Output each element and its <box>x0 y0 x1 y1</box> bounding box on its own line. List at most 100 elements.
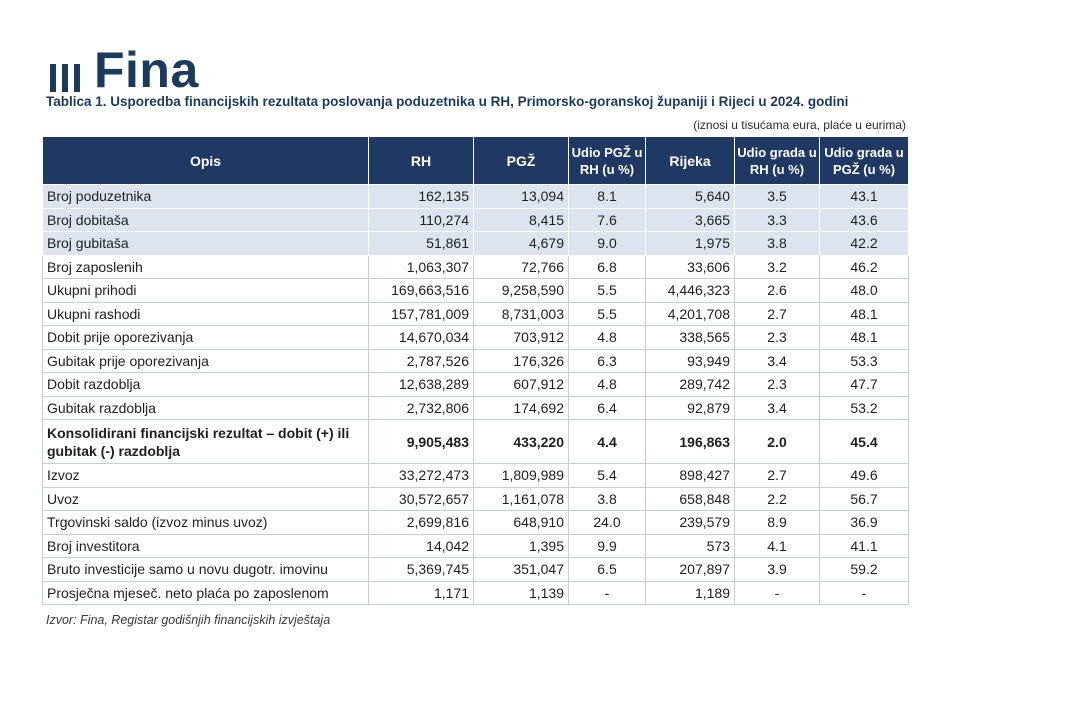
cell-udio-grada-pgz: 59.2 <box>819 557 909 582</box>
table-title: Tablica 1. Usporedba financijskih rezult… <box>46 94 849 109</box>
header-rh: RH <box>368 136 474 185</box>
table-row: Broj dobitaša 110,274 8,415 7.6 3,665 3.3 43.6 <box>42 207 909 232</box>
cell-opis: Dobit prije oporezivanja <box>42 325 369 350</box>
table-row: Ukupni prihodi 169,663,516 9,258,590 5.5 4,4… <box>42 278 909 303</box>
cell-rh: 14,670,034 <box>368 325 474 350</box>
header-opis: Opis <box>42 136 369 185</box>
header-udio-grada-pgz: Udio grada u PGŽ (u %) <box>819 136 909 185</box>
cell-opis: Broj zaposlenih <box>42 254 369 279</box>
cell-udio-grada-pgz: 46.2 <box>819 254 909 279</box>
cell-udio-grada-rh: 2.2 <box>734 486 820 511</box>
cell-udio-grada-pgz: 48.0 <box>819 278 909 303</box>
cell-rijeka: 1,189 <box>645 580 735 605</box>
cell-rijeka: 4,446,323 <box>645 278 735 303</box>
cell-udio-grada-rh: 3.5 <box>734 184 820 209</box>
cell-rh: 1,063,307 <box>368 254 474 279</box>
table-row: Ukupni rashodi 157,781,009 8,731,003 5.5 4,2… <box>42 301 909 326</box>
table-body: Broj poduzetnika 162,135 13,094 8.1 5,640 3.5… <box>42 184 909 605</box>
cell-udio-grada-rh: 4.1 <box>734 533 820 558</box>
cell-udio-pgz-rh: 4.8 <box>568 325 646 350</box>
cell-rijeka: 207,897 <box>645 557 735 582</box>
cell-rijeka: 338,565 <box>645 325 735 350</box>
cell-udio-grada-rh: 3.4 <box>734 348 820 373</box>
cell-pgz: 9,258,590 <box>473 278 569 303</box>
cell-udio-grada-pgz: 48.1 <box>819 301 909 326</box>
cell-rijeka: 92,879 <box>645 395 735 420</box>
cell-opis: Broj poduzetnika <box>42 184 369 209</box>
cell-udio-pgz-rh: 3.8 <box>568 486 646 511</box>
logo-bars-icon <box>50 58 80 92</box>
cell-udio-grada-pgz: 48.1 <box>819 325 909 350</box>
cell-rijeka: 3,665 <box>645 207 735 232</box>
cell-udio-pgz-rh: 5.5 <box>568 301 646 326</box>
cell-udio-pgz-rh: 5.4 <box>568 463 646 488</box>
cell-pgz: 4,679 <box>473 231 569 256</box>
cell-pgz: 8,731,003 <box>473 301 569 326</box>
table-row: Gubitak prije oporezivanja 2,787,526 176,3… <box>42 348 909 373</box>
cell-udio-grada-rh: 2.7 <box>734 463 820 488</box>
table-row: Trgovinski saldo (izvoz minus uvoz) 2,699… <box>42 510 909 535</box>
table-row: Broj investitora 14,042 1,395 9.9 573 4.1 41.1 <box>42 533 909 558</box>
table-row: Izvoz 33,272,473 1,809,989 5.4 898,427 2.7 49.… <box>42 463 909 488</box>
cell-udio-grada-rh: 3.9 <box>734 557 820 582</box>
cell-pgz: 433,220 <box>473 419 569 464</box>
cell-opis: Gubitak razdoblja <box>42 395 369 420</box>
table-row: Prosječna mjeseč. neto plaća po zaposlen… <box>42 580 909 605</box>
source-note: Izvor: Fina, Registar godišnjih financij… <box>46 613 331 627</box>
cell-udio-grada-pgz: 43.1 <box>819 184 909 209</box>
cell-rijeka: 4,201,708 <box>645 301 735 326</box>
cell-rh: 30,572,657 <box>368 486 474 511</box>
cell-udio-grada-rh: 8.9 <box>734 510 820 535</box>
cell-opis: Broj gubitaša <box>42 231 369 256</box>
cell-udio-grada-rh: 3.4 <box>734 395 820 420</box>
cell-opis: Gubitak prije oporezivanja <box>42 348 369 373</box>
cell-opis: Broj investitora <box>42 533 369 558</box>
cell-rh: 2,699,816 <box>368 510 474 535</box>
table-row: Konsolidirani financijski rezultat – dob… <box>42 419 909 464</box>
cell-rijeka: 196,863 <box>645 419 735 464</box>
cell-udio-pgz-rh: 4.4 <box>568 419 646 464</box>
cell-rh: 9,905,483 <box>368 419 474 464</box>
cell-opis: Konsolidirani financijski rezultat – dob… <box>42 419 369 464</box>
cell-opis: Ukupni prihodi <box>42 278 369 303</box>
cell-opis: Prosječna mjeseč. neto plaća po zaposlen… <box>42 580 369 605</box>
cell-udio-grada-rh: 2.6 <box>734 278 820 303</box>
cell-udio-grada-rh: 2.0 <box>734 419 820 464</box>
cell-udio-grada-rh: 2.7 <box>734 301 820 326</box>
table-row: Gubitak razdoblja 2,732,806 174,692 6.4 92,8… <box>42 395 909 420</box>
cell-pgz: 72,766 <box>473 254 569 279</box>
table-row: Broj gubitaša 51,861 4,679 9.0 1,975 3.8 42.2 <box>42 231 909 256</box>
header-udio-grada-rh: Udio grada u RH (u %) <box>734 136 820 185</box>
cell-udio-grada-pgz: 45.4 <box>819 419 909 464</box>
cell-rh: 12,638,289 <box>368 372 474 397</box>
cell-rijeka: 239,579 <box>645 510 735 535</box>
cell-rh: 51,861 <box>368 231 474 256</box>
cell-udio-grada-pgz: 53.2 <box>819 395 909 420</box>
fina-logo: Fina <box>50 42 199 98</box>
cell-udio-grada-pgz: 47.7 <box>819 372 909 397</box>
cell-udio-pgz-rh: 6.8 <box>568 254 646 279</box>
cell-rh: 33,272,473 <box>368 463 474 488</box>
logo-wordmark: Fina <box>94 42 199 98</box>
cell-pgz: 703,912 <box>473 325 569 350</box>
cell-pgz: 648,910 <box>473 510 569 535</box>
cell-rijeka: 5,640 <box>645 184 735 209</box>
cell-rh: 157,781,009 <box>368 301 474 326</box>
cell-udio-grada-pgz: 53.3 <box>819 348 909 373</box>
cell-udio-grada-pgz: 42.2 <box>819 231 909 256</box>
cell-rijeka: 573 <box>645 533 735 558</box>
cell-udio-grada-pgz: 41.1 <box>819 533 909 558</box>
cell-udio-pgz-rh: 9.0 <box>568 231 646 256</box>
cell-pgz: 1,161,078 <box>473 486 569 511</box>
cell-udio-grada-pgz: 43.6 <box>819 207 909 232</box>
cell-udio-pgz-rh: 6.3 <box>568 348 646 373</box>
cell-rh: 1,171 <box>368 580 474 605</box>
cell-pgz: 1,139 <box>473 580 569 605</box>
table-row: Dobit razdoblja 12,638,289 607,912 4.8 289,7… <box>42 372 909 397</box>
cell-opis: Broj dobitaša <box>42 207 369 232</box>
cell-udio-pgz-rh: 5.5 <box>568 278 646 303</box>
cell-udio-pgz-rh: 8.1 <box>568 184 646 209</box>
header-pgz: PGŽ <box>473 136 569 185</box>
cell-udio-pgz-rh: 7.6 <box>568 207 646 232</box>
cell-rijeka: 93,949 <box>645 348 735 373</box>
